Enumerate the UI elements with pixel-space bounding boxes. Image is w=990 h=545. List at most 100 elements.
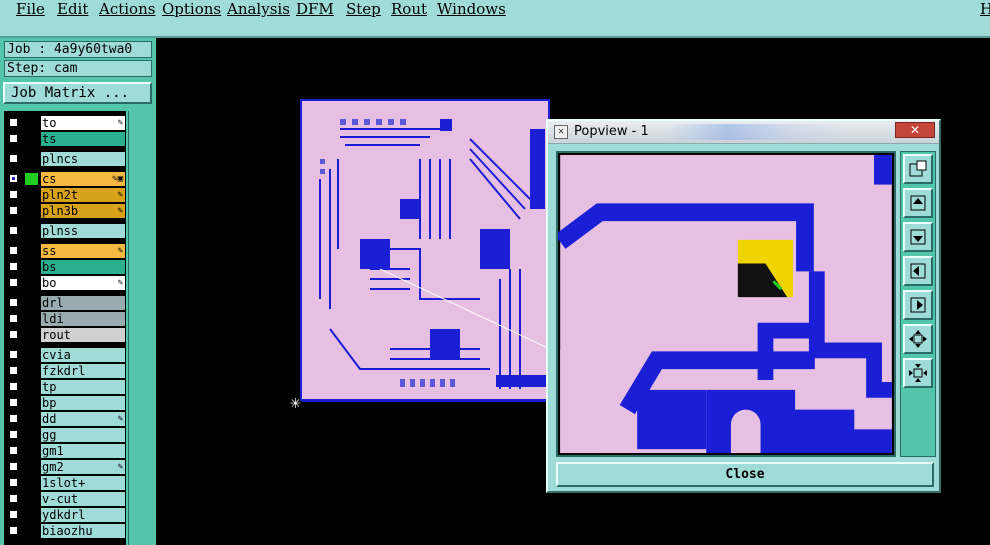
menu-analysis[interactable]: Analysis bbox=[227, 0, 290, 18]
layer-row[interactable]: ss ✎ bbox=[4, 243, 126, 259]
layer-name[interactable]: ts bbox=[41, 132, 125, 146]
layer-color-swatch[interactable] bbox=[25, 245, 38, 257]
menu-windows[interactable]: Windows bbox=[437, 0, 506, 18]
layer-checkbox[interactable] bbox=[9, 398, 18, 407]
layer-color-swatch[interactable] bbox=[25, 461, 38, 473]
pan-up-button[interactable] bbox=[903, 188, 933, 218]
layer-row[interactable]: drl bbox=[4, 295, 126, 311]
layer-name[interactable]: to ✎ bbox=[41, 116, 125, 130]
layer-row[interactable]: pln2t ✎ bbox=[4, 187, 126, 203]
layer-checkbox[interactable] bbox=[9, 190, 18, 199]
pan-down-button[interactable] bbox=[903, 222, 933, 252]
layer-row[interactable]: bp bbox=[4, 395, 126, 411]
layer-row[interactable]: 1slot+ bbox=[4, 475, 126, 491]
layer-name[interactable]: ldi bbox=[41, 312, 125, 326]
layer-color-swatch[interactable] bbox=[25, 189, 38, 201]
close-button[interactable]: Close bbox=[556, 462, 934, 487]
zoom-out-button[interactable] bbox=[903, 358, 933, 388]
layer-row[interactable]: cvia bbox=[4, 347, 126, 363]
layer-color-swatch[interactable] bbox=[25, 397, 38, 409]
menu-step[interactable]: Step bbox=[346, 0, 381, 18]
layer-color-swatch[interactable] bbox=[25, 205, 38, 217]
layer-checkbox[interactable] bbox=[9, 330, 18, 339]
layer-checkbox[interactable] bbox=[9, 134, 18, 143]
layer-row[interactable]: fzkdrl bbox=[4, 363, 126, 379]
menu-options[interactable]: Options bbox=[162, 0, 221, 18]
layer-row[interactable]: plncs bbox=[4, 151, 126, 167]
layer-row[interactable]: pln3b ✎ bbox=[4, 203, 126, 219]
layer-color-swatch[interactable] bbox=[25, 117, 38, 129]
popview-zoom-view[interactable] bbox=[556, 151, 896, 457]
menu-dfm[interactable]: DFM bbox=[296, 0, 334, 18]
layer-row[interactable]: cs ✎▣ bbox=[4, 171, 126, 187]
layer-name[interactable]: cvia bbox=[41, 348, 125, 362]
layer-name[interactable]: pln2t ✎ bbox=[41, 188, 125, 202]
layer-name[interactable]: gm1 bbox=[41, 444, 125, 458]
layer-row[interactable]: biaozhu bbox=[4, 523, 126, 539]
pan-left-button[interactable] bbox=[903, 256, 933, 286]
layer-checkbox[interactable] bbox=[9, 414, 18, 423]
layer-name[interactable]: gm2 ✎ bbox=[41, 460, 125, 474]
layer-checkbox[interactable] bbox=[9, 226, 18, 235]
layer-color-swatch[interactable] bbox=[25, 493, 38, 505]
layer-row[interactable]: v-cut bbox=[4, 491, 126, 507]
layer-checkbox[interactable] bbox=[9, 154, 18, 163]
layer-row[interactable]: gm1 bbox=[4, 443, 126, 459]
layer-checkbox[interactable] bbox=[9, 350, 18, 359]
layer-row[interactable]: dd ✎ bbox=[4, 411, 126, 427]
layer-color-swatch[interactable] bbox=[25, 153, 38, 165]
pan-right-button[interactable] bbox=[903, 290, 933, 320]
layer-checkbox[interactable] bbox=[9, 478, 18, 487]
layer-checkbox[interactable] bbox=[9, 366, 18, 375]
layer-color-swatch[interactable] bbox=[25, 277, 38, 289]
menu-actions[interactable]: Actions bbox=[99, 0, 155, 18]
layer-checkbox[interactable] bbox=[9, 430, 18, 439]
job-matrix-button[interactable]: Job Matrix ... bbox=[3, 82, 152, 104]
popview-titlebar[interactable]: ✕ Popview - 1 ✕ bbox=[548, 121, 939, 144]
layer-name[interactable]: plnss bbox=[41, 224, 125, 238]
layer-color-swatch[interactable] bbox=[25, 413, 38, 425]
layer-color-swatch[interactable] bbox=[25, 381, 38, 393]
layer-row[interactable]: to ✎ bbox=[4, 115, 126, 131]
window-close-button[interactable]: ✕ bbox=[895, 122, 935, 138]
layer-name[interactable]: bp bbox=[41, 396, 125, 410]
layer-name[interactable]: 1slot+ bbox=[41, 476, 125, 490]
layer-checkbox[interactable] bbox=[9, 206, 18, 215]
layer-checkbox[interactable] bbox=[9, 382, 18, 391]
layer-color-swatch[interactable] bbox=[25, 525, 38, 537]
layer-name[interactable]: fzkdrl bbox=[41, 364, 125, 378]
layer-row[interactable]: bo ✎ bbox=[4, 275, 126, 291]
layer-row[interactable]: bs bbox=[4, 259, 126, 275]
layer-row[interactable]: gm2 ✎ bbox=[4, 459, 126, 475]
layer-name[interactable]: bs bbox=[41, 260, 125, 274]
layer-checkbox[interactable] bbox=[9, 174, 18, 183]
layer-name[interactable]: tp bbox=[41, 380, 125, 394]
layer-row[interactable]: ydkdrl bbox=[4, 507, 126, 523]
layer-color-swatch[interactable] bbox=[25, 429, 38, 441]
menu-rout[interactable]: Rout bbox=[391, 0, 427, 18]
layer-checkbox[interactable] bbox=[9, 278, 18, 287]
pcb-board-view[interactable] bbox=[300, 99, 550, 402]
layer-checkbox[interactable] bbox=[9, 526, 18, 535]
layer-row[interactable]: gg bbox=[4, 427, 126, 443]
layer-color-swatch[interactable] bbox=[25, 261, 38, 273]
layer-color-swatch[interactable] bbox=[25, 365, 38, 377]
layer-name[interactable]: cs ✎▣ bbox=[41, 172, 125, 186]
layer-row[interactable]: rout bbox=[4, 327, 126, 343]
layer-row[interactable]: plnss bbox=[4, 223, 126, 239]
layer-name[interactable]: v-cut bbox=[41, 492, 125, 506]
zoom-in-button[interactable] bbox=[903, 324, 933, 354]
menu-edit[interactable]: Edit bbox=[57, 0, 88, 18]
layer-name[interactable]: pln3b ✎ bbox=[41, 204, 125, 218]
layer-name[interactable]: dd ✎ bbox=[41, 412, 125, 426]
layer-color-swatch[interactable] bbox=[25, 297, 38, 309]
layer-row[interactable]: ts bbox=[4, 131, 126, 147]
layer-list-scrollbar[interactable] bbox=[128, 111, 155, 545]
layer-checkbox[interactable] bbox=[9, 246, 18, 255]
layer-name[interactable]: drl bbox=[41, 296, 125, 310]
layer-name[interactable]: ss ✎ bbox=[41, 244, 125, 258]
layer-color-swatch[interactable] bbox=[25, 349, 38, 361]
layer-row[interactable]: ldi bbox=[4, 311, 126, 327]
layer-checkbox[interactable] bbox=[9, 510, 18, 519]
layer-checkbox[interactable] bbox=[9, 462, 18, 471]
